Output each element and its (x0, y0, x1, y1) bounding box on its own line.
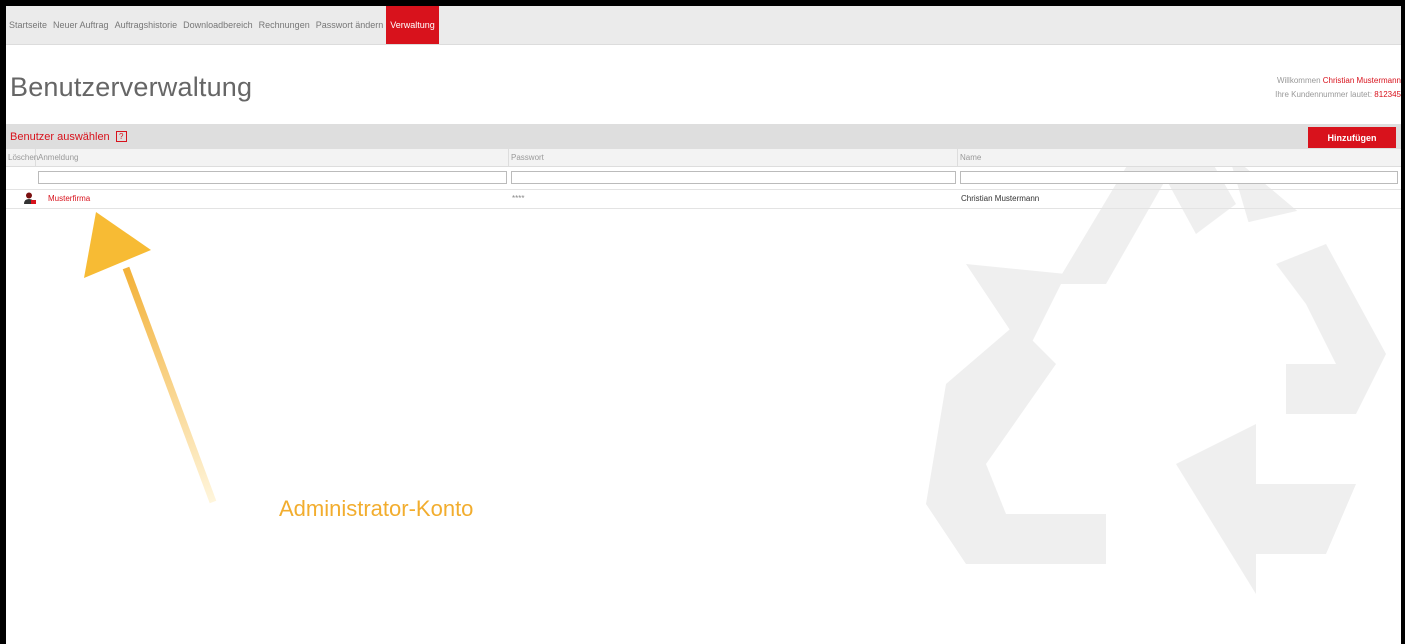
browser-frame: Startseite Neuer Auftrag Auftragshistori… (6, 6, 1401, 644)
annotation-arrow-icon (84, 212, 217, 504)
annotation-label: Administrator-Konto (279, 496, 474, 521)
